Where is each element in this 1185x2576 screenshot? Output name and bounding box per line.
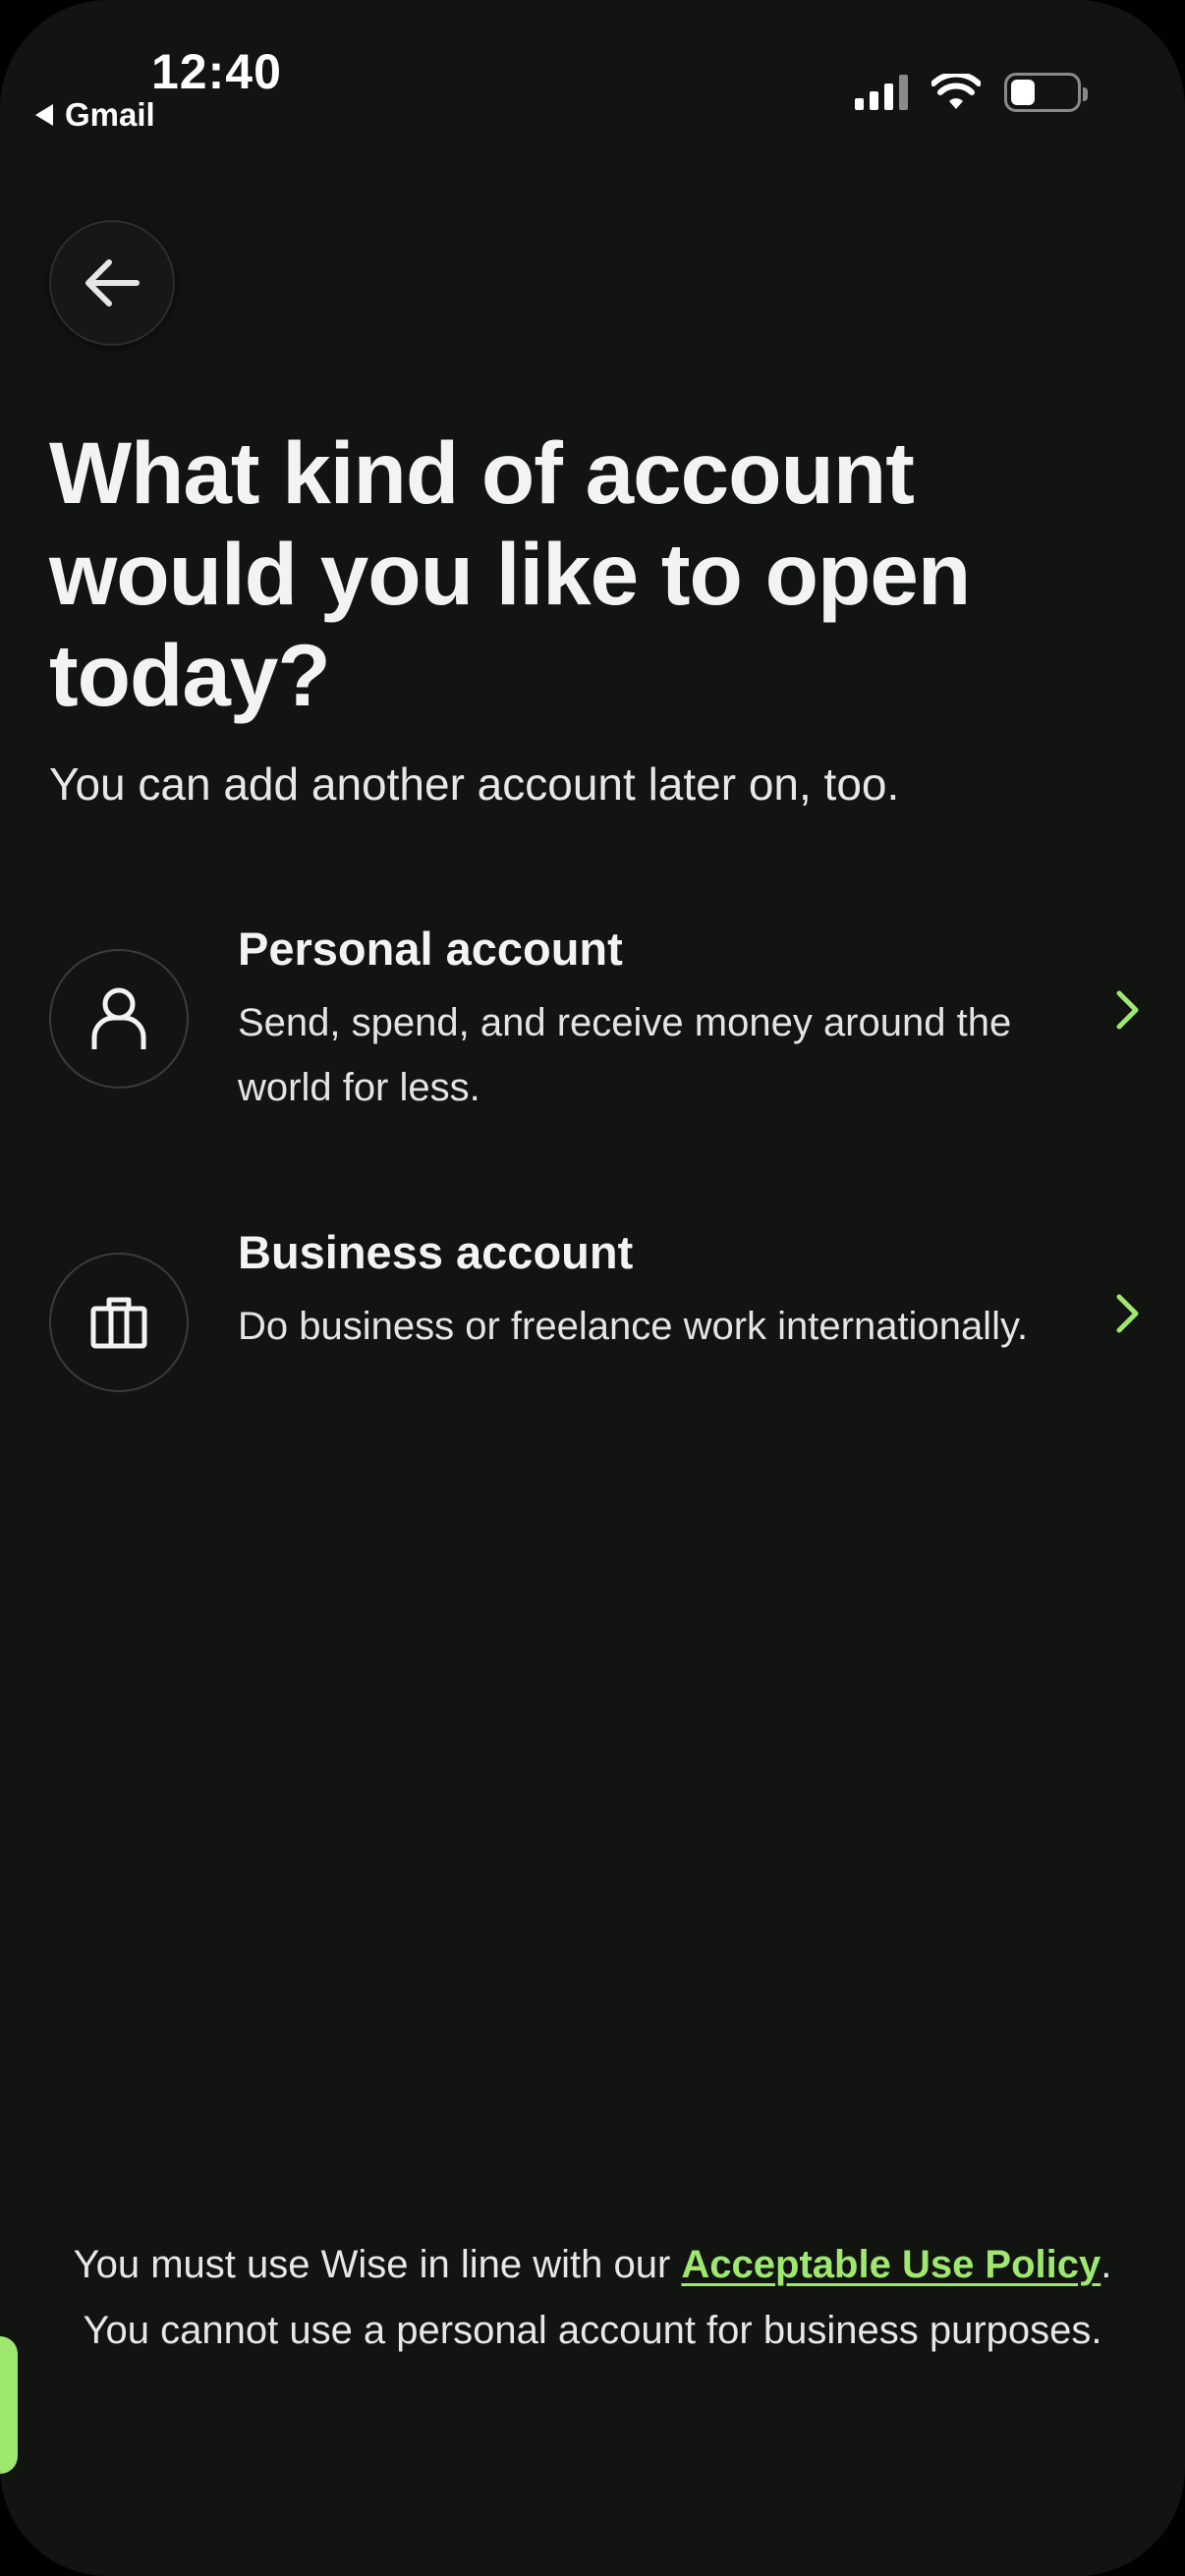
business-icon-circle [49, 1253, 189, 1392]
edge-accent-decoration [0, 2336, 18, 2474]
back-to-app-link[interactable]: Gmail [35, 96, 155, 134]
footer-text-before: You must use Wise in line with our [73, 2243, 682, 2286]
back-app-label: Gmail [65, 96, 155, 133]
page-subtitle: You can add another account later on, to… [49, 758, 900, 810]
person-icon [91, 987, 146, 1049]
arrow-left-icon [85, 259, 140, 307]
chevron-right-icon [1116, 1294, 1139, 1333]
business-account-description: Do business or freelance work internatio… [238, 1305, 1029, 1348]
battery-icon [1004, 73, 1088, 112]
personal-account-title: Personal account [238, 923, 623, 975]
personal-icon-circle [49, 949, 189, 1089]
personal-account-option[interactable]: Personal account Send, spend, and receiv… [49, 920, 1140, 1146]
personal-account-description: Send, spend, and receive money around th… [238, 1001, 1012, 1109]
page-title: What kind of account would you like to o… [49, 423, 971, 724]
status-icons [855, 73, 1088, 112]
cellular-signal-icon [855, 75, 908, 110]
briefcase-icon [90, 1297, 147, 1349]
wifi-icon [931, 74, 981, 109]
back-triangle-icon [35, 104, 53, 126]
app-screen: 12:40 Gmail What kind of account would y… [0, 0, 1185, 2576]
status-time: 12:40 [151, 44, 282, 99]
back-button[interactable] [49, 220, 175, 346]
usage-policy-notice: You must use Wise in line with our Accep… [49, 2232, 1136, 2364]
business-account-option[interactable]: Business account Do business or freelanc… [49, 1223, 1140, 1449]
chevron-right-icon [1116, 990, 1139, 1030]
business-account-title: Business account [238, 1226, 634, 1278]
acceptable-use-policy-link[interactable]: Acceptable Use Policy [681, 2243, 1100, 2286]
